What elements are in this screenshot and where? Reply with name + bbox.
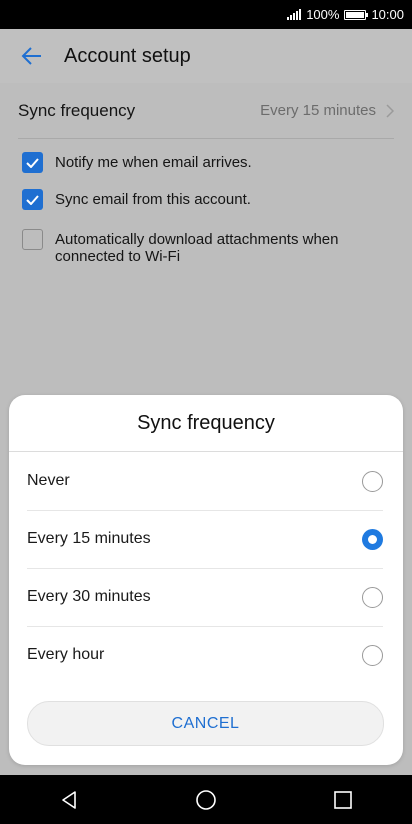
app-bar: Account setup	[0, 29, 412, 83]
checkmark-icon	[26, 157, 39, 168]
notify-email-label: Notify me when email arrives.	[55, 154, 252, 171]
option-never[interactable]: Never	[27, 452, 383, 511]
sync-frequency-value: Every 15 minutes	[260, 102, 376, 119]
nav-home-icon	[196, 789, 216, 810]
chevron-right-icon	[386, 103, 394, 118]
nav-back-button[interactable]	[39, 775, 99, 824]
option-label: Every 15 minutes	[27, 530, 151, 547]
sync-frequency-label: Sync frequency	[18, 100, 136, 120]
checkmark-icon	[26, 194, 39, 205]
radio-never[interactable]	[362, 470, 383, 492]
radio-every-hour[interactable]	[362, 644, 383, 666]
sync-email-row[interactable]: Sync email from this account.	[22, 189, 251, 210]
notify-email-row[interactable]: Notify me when email arrives.	[22, 152, 252, 173]
sync-frequency-dialog: Sync frequency Never Every 15 minutes Ev…	[9, 395, 403, 765]
option-every-hour[interactable]: Every hour	[27, 626, 383, 684]
status-bar: 100% 10:00	[0, 0, 412, 29]
auto-download-checkbox[interactable]	[22, 229, 43, 250]
nav-home-button[interactable]	[176, 775, 236, 824]
option-label: Every 30 minutes	[27, 588, 151, 605]
nav-recents-button[interactable]	[313, 775, 373, 824]
status-indicators: 100% 10:00	[287, 0, 404, 29]
page-title: Account setup	[64, 44, 191, 67]
option-label: Every hour	[27, 646, 105, 663]
battery-icon	[344, 9, 369, 20]
sync-email-checkbox[interactable]	[22, 189, 43, 210]
radio-every-15-minutes[interactable]	[362, 528, 383, 550]
option-label: Never	[27, 472, 70, 489]
clock: 10:00	[371, 7, 404, 22]
nav-recents-icon	[334, 790, 353, 809]
option-every-30-minutes[interactable]: Every 30 minutes	[27, 568, 383, 627]
nav-back-icon	[61, 790, 76, 809]
radio-every-30-minutes[interactable]	[362, 586, 383, 608]
sync-frequency-row[interactable]: Sync frequency Every 15 minutes	[18, 83, 394, 139]
back-arrow-icon	[21, 47, 41, 65]
back-button[interactable]	[0, 29, 64, 83]
sync-frequency-value-wrap: Every 15 minutes	[260, 102, 394, 119]
notify-email-checkbox[interactable]	[22, 152, 43, 173]
battery-percent: 100%	[306, 7, 340, 22]
navigation-bar	[0, 775, 412, 824]
dialog-title: Sync frequency	[9, 395, 403, 452]
auto-download-row[interactable]: Automatically download attachments when …	[22, 229, 362, 265]
signal-icon	[287, 9, 302, 20]
sync-email-label: Sync email from this account.	[55, 191, 251, 208]
option-every-15-minutes[interactable]: Every 15 minutes	[27, 510, 383, 569]
cancel-button[interactable]: CANCEL	[27, 701, 384, 746]
auto-download-label: Automatically download attachments when …	[55, 231, 339, 265]
